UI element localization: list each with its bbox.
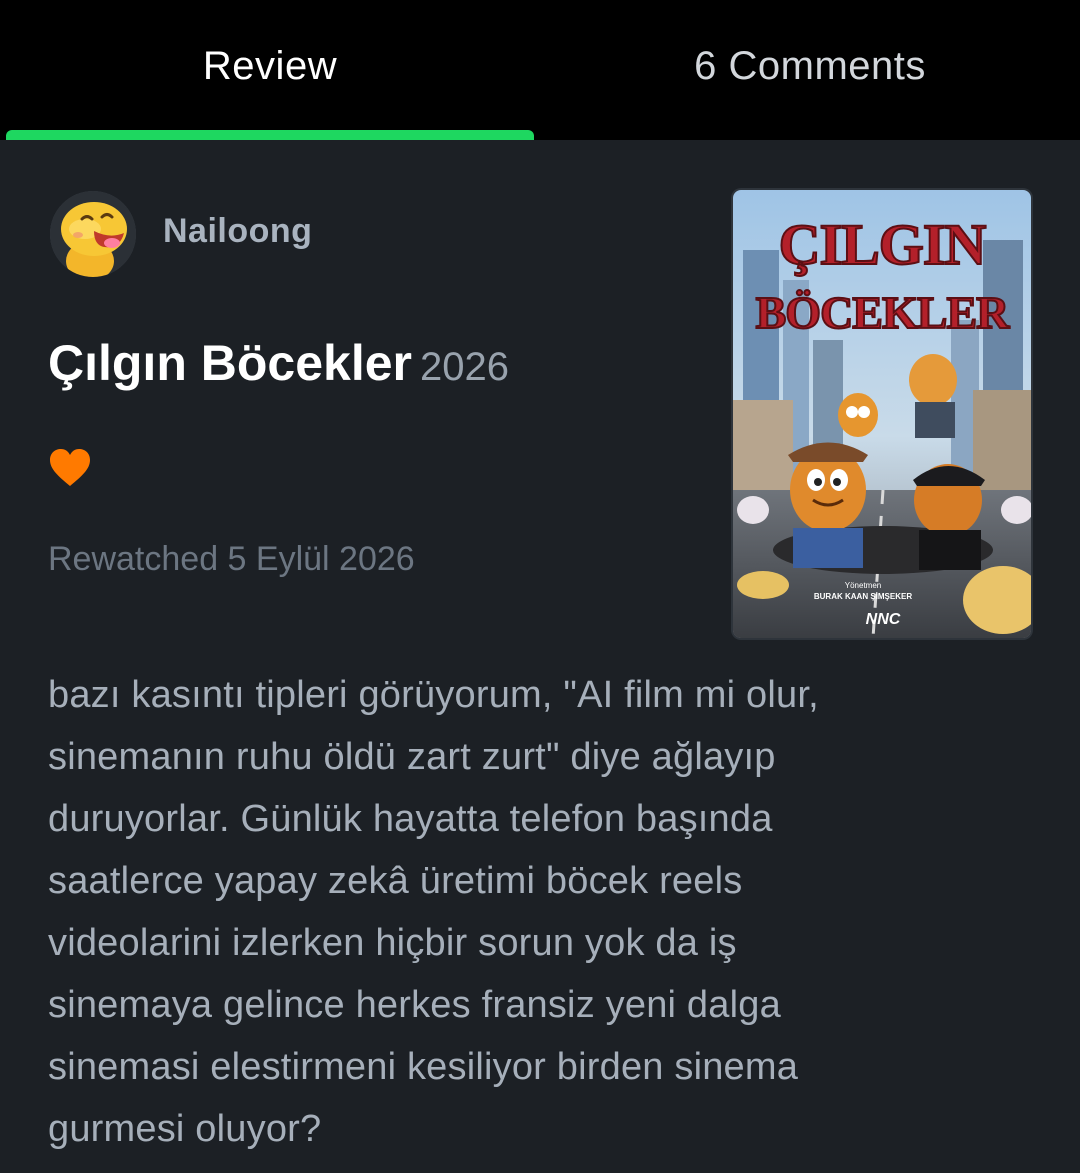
review-text-line: bazı kasıntı tipleri görüyorum, "AI film… [48, 674, 819, 716]
yellow-dinosaur-avatar-icon [50, 191, 136, 277]
poster-title-line1: ÇILGIN [779, 212, 987, 277]
poster-artwork: ÇILGIN BÖCEKLER Yönetmen BURAK KAAN ŞİMŞ… [733, 190, 1031, 638]
review-text-line: duruyorlar. Günlük hayatta telefon başın… [48, 798, 773, 840]
tab-bar: Review 6 Comments [0, 0, 1080, 140]
poster-director-name: BURAK KAAN ŞİMŞEKER [814, 592, 912, 601]
username[interactable]: Nailoong [163, 212, 312, 251]
tab-review-label: Review [202, 43, 338, 88]
poster-title-line2: BÖCEKLER [756, 287, 1011, 338]
tab-review[interactable]: Review [0, 0, 540, 140]
heart-icon [48, 448, 92, 488]
poster-studio-logo: NNC [866, 611, 901, 628]
film-title-line: Çılgın Böcekler 2026 [48, 334, 509, 392]
review-text-line: videolarini izlerken hiçbir sorun yok da… [48, 922, 737, 964]
review-text-line: sinemasi elestirmeni kesiliyor birden si… [48, 1046, 799, 1088]
review-text-line: gurmesi oluyor? [48, 1108, 322, 1150]
film-year[interactable]: 2026 [420, 345, 509, 389]
review-text-line: saatlerce yapay zekâ üretimi böcek reels [48, 860, 743, 902]
review-text-line: sinemanın ruhu öldü zart zurt" diye ağla… [48, 736, 776, 778]
watch-status: Rewatched 5 Eylül 2026 [48, 540, 415, 578]
poster-director-label: Yönetmen [845, 581, 881, 590]
film-poster[interactable]: ÇILGIN BÖCEKLER Yönetmen BURAK KAAN ŞİMŞ… [733, 190, 1031, 638]
active-tab-indicator [6, 130, 534, 140]
avatar[interactable] [50, 191, 136, 277]
tab-comments-label: 6 Comments [694, 43, 926, 88]
review-text-line: sinemaya gelince herkes fransiz yeni dal… [48, 984, 781, 1026]
tab-comments[interactable]: 6 Comments [540, 0, 1080, 140]
review-text: bazı kasıntı tipleri görüyorum, "AI film… [48, 664, 1038, 1160]
film-title[interactable]: Çılgın Böcekler [48, 335, 412, 391]
